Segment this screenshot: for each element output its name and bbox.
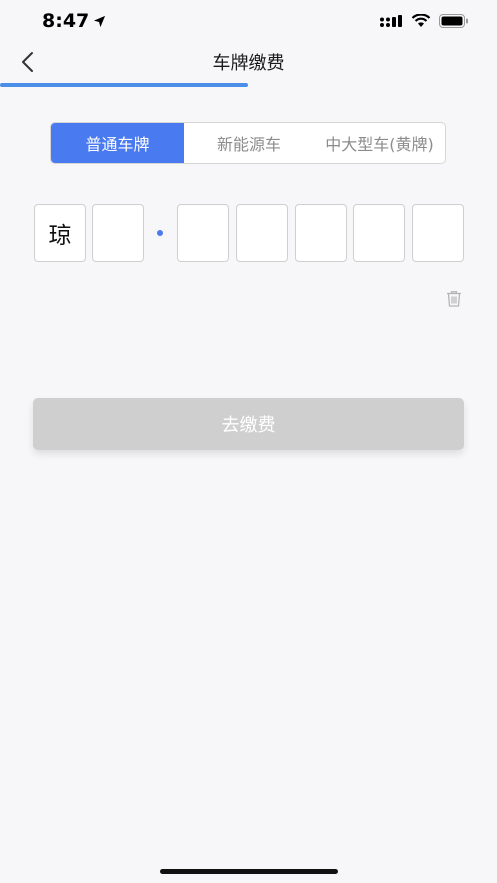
system-icons (379, 14, 469, 28)
location-arrow-icon (94, 15, 106, 27)
plate-cell-province[interactable]: 琼 (34, 204, 86, 262)
tab-new-energy-plate[interactable]: 新能源车 (184, 123, 314, 163)
navigation-bar: 车牌缴费 (0, 44, 497, 84)
plate-input-row: 琼 (0, 204, 497, 262)
cellular-signal-icon (380, 15, 402, 27)
tab-large-vehicle-plate[interactable]: 中大型车(黄牌) (314, 123, 445, 163)
wifi-icon (411, 14, 431, 27)
status-time: 8:47 (42, 10, 106, 32)
plate-cell-7[interactable] (412, 204, 464, 262)
plate-cell-6[interactable] (353, 204, 405, 262)
plate-cell-5[interactable] (295, 204, 347, 262)
battery-icon (439, 14, 468, 28)
pay-button[interactable]: 去缴费 (33, 398, 464, 450)
plate-cell-4[interactable] (236, 204, 288, 262)
page-title: 车牌缴费 (212, 53, 285, 74)
plate-separator-dot (157, 230, 163, 236)
progress-bar (0, 83, 248, 87)
plate-cell-2[interactable] (92, 204, 144, 262)
tab-regular-plate[interactable]: 普通车牌 (51, 123, 184, 163)
home-indicator (160, 869, 338, 874)
plate-cell-3[interactable] (177, 204, 229, 262)
status-bar: 8:47 (0, 0, 497, 44)
status-time-text: 8:47 (42, 10, 90, 32)
trash-icon[interactable] (445, 290, 463, 308)
plate-type-selector: 普通车牌 新能源车 中大型车(黄牌) (50, 122, 446, 164)
